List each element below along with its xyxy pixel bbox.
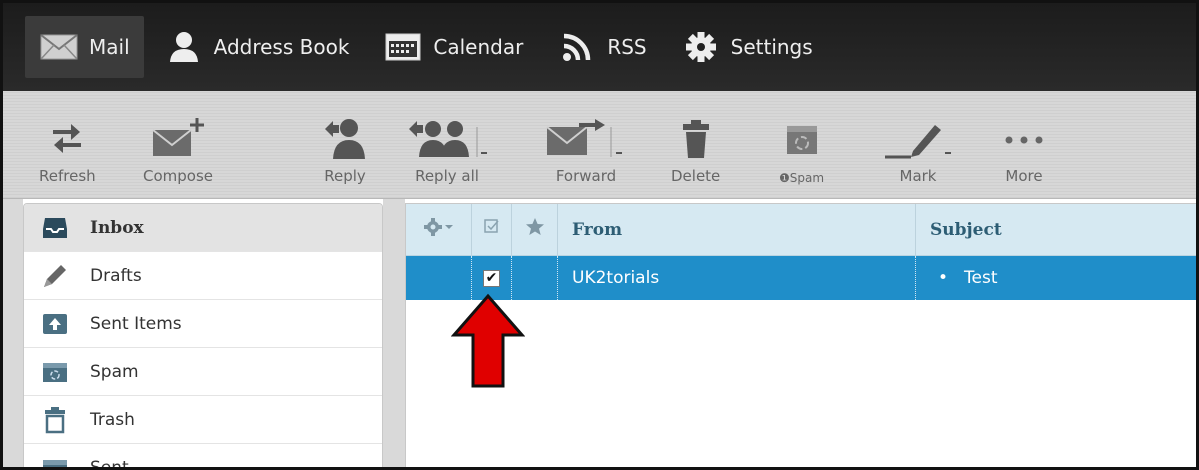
reply-all-icon	[407, 113, 487, 163]
star-icon	[525, 217, 545, 242]
folder-list: Inbox Drafts Sent Items Spam Trash Sent	[23, 203, 383, 470]
mark-label: Mark	[899, 167, 937, 185]
annotation-arrow-icon	[450, 293, 526, 393]
nav-settings[interactable]: Settings	[667, 16, 827, 78]
nav-address-book[interactable]: Address Book	[150, 16, 364, 78]
flag-column-header[interactable]	[512, 204, 558, 255]
row-from: UK2torials	[572, 268, 660, 288]
middle-gutter	[383, 199, 405, 467]
mail-icon	[39, 31, 79, 63]
select-column-header[interactable]	[472, 204, 512, 255]
row-subject: Test	[964, 268, 998, 288]
mark-pen-icon	[883, 113, 953, 163]
refresh-label: Refresh	[39, 167, 96, 185]
top-navigation: Mail Address Book Calendar RSS Settings	[3, 3, 1196, 91]
folder-sent-items[interactable]: Sent Items	[24, 300, 382, 348]
reply-button[interactable]: Reply	[319, 113, 371, 193]
list-options-menu[interactable]	[406, 204, 472, 255]
nav-address-book-label: Address Book	[213, 35, 350, 59]
folder-label: Spam	[90, 361, 139, 382]
subject-column-header[interactable]: Subject	[916, 204, 1196, 255]
more-dots-icon	[1001, 113, 1047, 163]
reply-icon	[319, 113, 371, 163]
refresh-button[interactable]: Refresh	[39, 113, 96, 193]
mail-toolbar: Refresh Compose Reply Reply all Forward	[3, 91, 1196, 199]
spam-label: ❶Spam	[779, 171, 825, 185]
nav-mail-label: Mail	[89, 35, 130, 59]
person-icon	[164, 31, 204, 63]
forward-label: Forward	[555, 167, 617, 185]
nav-calendar-label: Calendar	[433, 35, 524, 59]
compose-label: Compose	[143, 167, 214, 185]
mark-button[interactable]: Mark	[883, 113, 953, 193]
forward-icon	[543, 113, 629, 163]
reply-all-label: Reply all	[415, 167, 479, 185]
more-label: More	[1005, 167, 1043, 185]
nav-rss[interactable]: RSS	[543, 16, 660, 78]
pencil-icon	[40, 261, 70, 291]
delete-button[interactable]: Delete	[671, 113, 720, 193]
nav-rss-label: RSS	[607, 35, 647, 59]
spam-folder-icon	[40, 357, 70, 387]
folder-drafts[interactable]: Drafts	[24, 252, 382, 300]
rss-icon	[557, 31, 597, 63]
spam-button[interactable]: ❶Spam	[779, 113, 824, 193]
gear-icon	[681, 31, 721, 63]
refresh-icon	[49, 113, 85, 163]
compose-icon	[149, 113, 207, 163]
unread-bullet: •	[938, 268, 949, 288]
select-checkbox-icon	[483, 219, 500, 240]
folder-label: Drafts	[90, 265, 142, 286]
folder-sent[interactable]: Sent	[24, 444, 382, 470]
nav-calendar[interactable]: Calendar	[369, 16, 537, 78]
trash-icon	[40, 405, 70, 435]
folder-inbox[interactable]: Inbox	[24, 204, 382, 252]
from-column-label: From	[572, 219, 623, 240]
from-column-header[interactable]: From	[558, 204, 916, 255]
gear-icon	[423, 218, 454, 241]
nav-mail[interactable]: Mail	[25, 16, 144, 78]
folder-trash[interactable]: Trash	[24, 396, 382, 444]
compose-button[interactable]: Compose	[143, 113, 213, 193]
folder-label: Inbox	[90, 217, 144, 238]
folder-spam[interactable]: Spam	[24, 348, 382, 396]
subject-column-label: Subject	[930, 219, 1002, 240]
inbox-icon	[40, 213, 70, 243]
delete-label: Delete	[671, 167, 721, 185]
row-subject-cell: • Test	[916, 256, 1196, 300]
folder-label: Trash	[90, 409, 135, 430]
reply-all-button[interactable]: Reply all	[407, 113, 487, 193]
spam-icon	[784, 113, 820, 163]
folder-label: Sent Items	[90, 313, 182, 334]
row-checkbox[interactable]: ✔	[483, 269, 500, 287]
sent-folder-icon	[40, 453, 70, 467]
left-gutter	[3, 199, 23, 467]
folder-label: Sent	[90, 457, 129, 470]
reply-label: Reply	[324, 167, 366, 185]
message-list-header: From Subject	[406, 204, 1196, 256]
more-button[interactable]: More	[1001, 113, 1047, 193]
sent-items-icon	[40, 309, 70, 339]
nav-settings-label: Settings	[730, 35, 813, 59]
trash-icon	[681, 113, 711, 163]
calendar-icon	[383, 31, 423, 63]
row-from-cell: UK2torials	[558, 256, 916, 300]
mail-app-window: Mail Address Book Calendar RSS Settings	[0, 0, 1199, 470]
forward-button[interactable]: Forward	[543, 113, 629, 193]
